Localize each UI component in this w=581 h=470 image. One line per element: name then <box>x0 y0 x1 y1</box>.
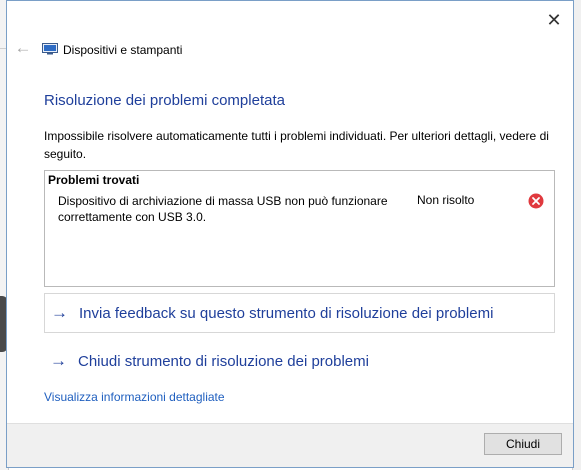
close-troubleshooter-label: Chiudi strumento di risoluzione dei prob… <box>78 352 369 370</box>
problem-description: Dispositivo di archiviazione di massa US… <box>58 194 388 224</box>
page-title: Risoluzione dei problemi completata <box>44 92 285 109</box>
error-icon <box>528 193 544 209</box>
problem-status: Non risolto <box>417 193 475 207</box>
devices-printers-icon <box>42 43 58 55</box>
dialog-footer: Chiudi <box>7 423 573 467</box>
problems-found-panel: Problemi trovati Dispositivo di archivia… <box>44 170 555 287</box>
close-troubleshooter-link[interactable]: → Chiudi strumento di risoluzione dei pr… <box>44 341 555 381</box>
arrow-right-icon: → <box>51 303 68 322</box>
result-description: Impossibile risolvere automaticamente tu… <box>44 129 549 161</box>
send-feedback-label: Invia feedback su questo strumento di ri… <box>79 304 494 322</box>
back-arrow-icon[interactable]: ← <box>13 38 33 58</box>
arrow-right-icon: → <box>50 351 67 370</box>
troubleshooter-dialog: ✕ ← Dispositivi e stampanti Risoluzione … <box>6 0 574 468</box>
nav-title: Dispositivi e stampanti <box>63 43 183 57</box>
close-button[interactable]: Chiudi <box>484 433 562 455</box>
view-detailed-info-link[interactable]: Visualizza informazioni dettagliate <box>44 390 225 404</box>
close-window-button[interactable]: ✕ <box>543 9 565 31</box>
problems-found-header: Problemi trovati <box>48 173 140 187</box>
send-feedback-link[interactable]: → Invia feedback su questo strumento di … <box>44 293 555 333</box>
